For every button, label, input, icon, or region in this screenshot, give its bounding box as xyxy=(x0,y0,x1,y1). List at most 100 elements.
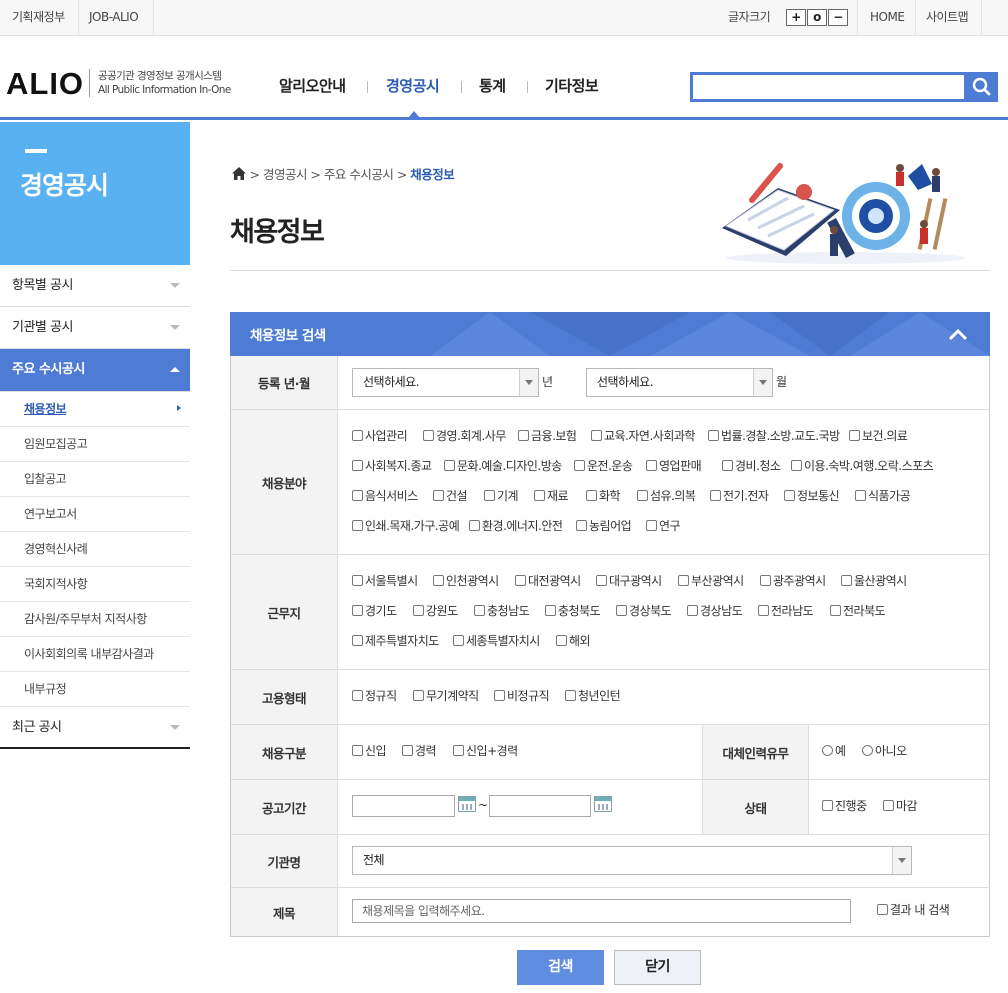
region-checkbox[interactable]: 세종특별자치시 xyxy=(453,632,540,649)
checkbox-box[interactable] xyxy=(352,575,363,586)
checkbox-box[interactable] xyxy=(413,690,424,701)
field-checkbox[interactable]: 이용.숙박.여행.오락.스포츠 xyxy=(791,457,934,474)
checkbox-box[interactable] xyxy=(637,490,648,501)
field-checkbox[interactable]: 환경.에너지.안전 xyxy=(469,517,563,534)
period-start-input[interactable] xyxy=(352,795,455,817)
checkbox-box[interactable] xyxy=(646,460,657,471)
region-checkbox[interactable]: 경기도 xyxy=(352,602,397,619)
checkbox-box[interactable] xyxy=(758,605,769,616)
sidebar-subitem[interactable]: 이사회회의록 내부감사결과 xyxy=(0,637,190,672)
checkbox-box[interactable] xyxy=(433,490,444,501)
region-checkbox[interactable]: 강원도 xyxy=(413,602,458,619)
field-checkbox[interactable]: 기계 xyxy=(484,487,519,504)
font-reset-button[interactable]: o xyxy=(807,9,827,26)
region-checkbox[interactable]: 전라북도 xyxy=(830,602,886,619)
in-result-checkbox[interactable]: 결과 내 검색 xyxy=(877,901,950,918)
checkbox-box[interactable] xyxy=(830,605,841,616)
checkbox-box[interactable] xyxy=(474,605,485,616)
sidebar-item-by-category[interactable]: 항목별 공시 xyxy=(0,265,190,307)
checkbox-box[interactable] xyxy=(586,490,597,501)
link-home[interactable]: HOME xyxy=(860,0,914,35)
region-checkbox[interactable]: 충청남도 xyxy=(474,602,530,619)
nav-other-info[interactable]: 기타정보 xyxy=(545,75,599,96)
checkbox-box[interactable] xyxy=(515,575,526,586)
checkbox-box[interactable] xyxy=(687,605,698,616)
checkbox-box[interactable] xyxy=(591,430,602,441)
checkbox-box[interactable] xyxy=(453,745,464,756)
region-checkbox[interactable]: 광주광역시 xyxy=(760,572,826,589)
checkbox-box[interactable] xyxy=(352,520,363,531)
checkbox-box[interactable] xyxy=(556,635,567,646)
field-checkbox[interactable]: 영업판매 xyxy=(646,457,702,474)
sidebar-subitem[interactable]: 임원모집공고 xyxy=(0,427,190,462)
field-checkbox[interactable]: 보건.의료 xyxy=(849,427,908,444)
link-mofe[interactable]: 기획재정부 xyxy=(2,0,75,35)
employment-type-checkbox[interactable]: 비정규직 xyxy=(494,687,550,704)
radio-circle[interactable] xyxy=(862,745,873,756)
sidebar-subitem[interactable]: 입찰공고 xyxy=(0,462,190,497)
checkbox-box[interactable] xyxy=(453,635,464,646)
link-sitemap[interactable]: 사이트맵 xyxy=(916,0,978,35)
region-checkbox[interactable]: 부산광역시 xyxy=(678,572,744,589)
field-checkbox[interactable]: 섬유.의복 xyxy=(637,487,696,504)
year-select[interactable]: 선택하세요. xyxy=(352,368,539,397)
hire-type-checkbox[interactable]: 신입 xyxy=(352,742,387,759)
employment-type-checkbox[interactable]: 정규직 xyxy=(352,687,397,704)
field-checkbox[interactable]: 전기.전자 xyxy=(710,487,769,504)
breadcrumb-item[interactable]: 경영공시 xyxy=(263,167,308,182)
checkbox-box[interactable] xyxy=(352,430,363,441)
field-checkbox[interactable]: 금융.보험 xyxy=(518,427,577,444)
checkbox-box[interactable] xyxy=(352,635,363,646)
checkbox-box[interactable] xyxy=(413,605,424,616)
hire-type-checkbox[interactable]: 신입+경력 xyxy=(453,742,518,759)
region-checkbox[interactable]: 경상남도 xyxy=(687,602,743,619)
checkbox-box[interactable] xyxy=(534,490,545,501)
checkbox-box[interactable] xyxy=(352,605,363,616)
field-checkbox[interactable]: 화학 xyxy=(586,487,621,504)
font-increase-button[interactable]: + xyxy=(786,9,806,26)
field-checkbox[interactable]: 경비.청소 xyxy=(722,457,781,474)
sidebar-subitem[interactable]: 연구보고서 xyxy=(0,497,190,532)
checkbox-box[interactable] xyxy=(352,490,363,501)
sidebar-subitem[interactable]: 내부규정 xyxy=(0,672,190,707)
nav-about[interactable]: 알리오안내 xyxy=(279,75,346,96)
checkbox-box[interactable] xyxy=(722,460,733,471)
sidebar-item-recent[interactable]: 최근 공시 xyxy=(0,707,190,749)
checkbox-box[interactable] xyxy=(352,690,363,701)
checkbox-box[interactable] xyxy=(596,575,607,586)
checkbox-box[interactable] xyxy=(576,520,587,531)
region-checkbox[interactable]: 서울특별시 xyxy=(352,572,418,589)
field-checkbox[interactable]: 경영.회계.사무 xyxy=(423,427,506,444)
checkbox-box[interactable] xyxy=(469,520,480,531)
search-input[interactable] xyxy=(690,72,967,102)
checkbox-box[interactable] xyxy=(565,690,576,701)
field-checkbox[interactable]: 문화.예술.디자인.방송 xyxy=(444,457,562,474)
checkbox-box[interactable] xyxy=(760,575,771,586)
region-checkbox[interactable]: 경상북도 xyxy=(616,602,672,619)
checkbox-box[interactable] xyxy=(423,430,434,441)
checkbox-box[interactable] xyxy=(784,490,795,501)
region-checkbox[interactable]: 제주특별자치도 xyxy=(352,632,439,649)
home-icon[interactable] xyxy=(232,167,246,180)
checkbox-box[interactable] xyxy=(708,430,719,441)
field-checkbox[interactable]: 건설 xyxy=(433,487,468,504)
region-checkbox[interactable]: 인천광역시 xyxy=(433,572,499,589)
field-checkbox[interactable]: 농림어업 xyxy=(576,517,632,534)
collapse-chevron-icon[interactable] xyxy=(948,327,968,341)
close-button[interactable]: 닫기 xyxy=(614,950,701,985)
field-checkbox[interactable]: 재료 xyxy=(534,487,569,504)
search-button[interactable] xyxy=(966,72,998,102)
field-checkbox[interactable]: 음식서비스 xyxy=(352,487,418,504)
region-checkbox[interactable]: 해외 xyxy=(556,632,591,649)
status-checkbox[interactable]: 진행중 xyxy=(822,797,867,814)
checkbox-box[interactable] xyxy=(877,904,888,915)
checkbox-box[interactable] xyxy=(494,690,505,701)
field-checkbox[interactable]: 정보통신 xyxy=(784,487,840,504)
font-decrease-button[interactable]: − xyxy=(828,9,848,26)
calendar-icon[interactable] xyxy=(594,796,612,812)
employment-type-checkbox[interactable]: 무기계약직 xyxy=(413,687,479,704)
hire-type-checkbox[interactable]: 경력 xyxy=(402,742,437,759)
checkbox-box[interactable] xyxy=(822,800,833,811)
calendar-icon[interactable] xyxy=(458,796,476,812)
sidebar-subitem[interactable]: 경영혁신사례 xyxy=(0,532,190,567)
